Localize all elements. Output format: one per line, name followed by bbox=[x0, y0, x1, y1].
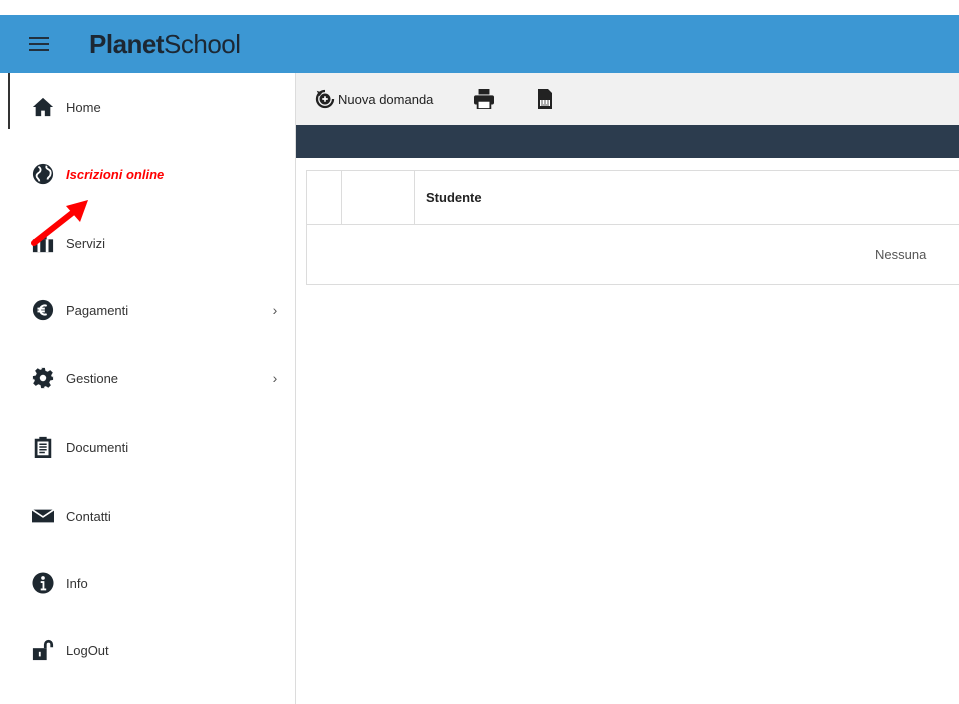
sidebar-item-label: Home bbox=[66, 99, 101, 115]
print-icon bbox=[474, 89, 495, 109]
euro-icon bbox=[30, 297, 56, 323]
sidebar-item-label: Contatti bbox=[66, 508, 111, 524]
sidebar-item-home[interactable]: Home bbox=[8, 87, 295, 127]
sidebar-item-iscrizioni-online[interactable]: Iscrizioni online bbox=[8, 154, 295, 194]
info-icon bbox=[30, 570, 56, 596]
table-header-cell[interactable] bbox=[307, 171, 342, 224]
new-application-button[interactable]: Nuova domanda bbox=[314, 88, 433, 110]
brand-bold-text: Planet bbox=[89, 28, 165, 59]
sidebar-item-label: Servizi bbox=[66, 235, 106, 251]
brand-logo[interactable]: PlanetSchool bbox=[89, 29, 241, 60]
sidebar-item-label: Iscrizioni online bbox=[66, 166, 165, 182]
sidebar-item-label: Info bbox=[66, 575, 88, 591]
envelope-icon bbox=[30, 503, 56, 529]
sidebar-item-documenti[interactable]: Documenti bbox=[8, 427, 295, 467]
unlock-icon bbox=[30, 637, 56, 663]
top-bar: PlanetSchool bbox=[0, 15, 959, 73]
hamburger-menu-icon[interactable] bbox=[29, 37, 49, 51]
sidebar-item-contatti[interactable]: Contatti bbox=[8, 496, 295, 536]
table-empty-message: Nessuna bbox=[875, 247, 927, 262]
clipboard-icon bbox=[30, 434, 56, 460]
sidebar-item-label: Pagamenti bbox=[66, 302, 129, 318]
section-header-bar bbox=[296, 125, 959, 158]
sidebar-item-gestione[interactable]: Gestione › bbox=[8, 358, 295, 398]
sidebar-item-label: Gestione bbox=[66, 370, 119, 386]
annotation-arrow-icon bbox=[31, 200, 88, 246]
excel-file-icon bbox=[538, 89, 553, 109]
sidebar-item-logout[interactable]: LogOut bbox=[8, 630, 295, 670]
refresh-plus-icon bbox=[315, 89, 335, 109]
chevron-right-icon: › bbox=[272, 302, 278, 318]
toolbar: Nuova domanda bbox=[296, 73, 959, 126]
chevron-right-icon: › bbox=[272, 370, 278, 386]
sidebar-item-label: LogOut bbox=[66, 642, 109, 658]
table-header-studente[interactable]: Studente bbox=[415, 171, 959, 224]
export-excel-button[interactable] bbox=[537, 89, 553, 109]
new-application-label: Nuova domanda bbox=[338, 91, 434, 107]
globe-icon bbox=[30, 161, 56, 187]
sidebar-active-indicator bbox=[8, 73, 10, 129]
gear-icon bbox=[30, 365, 56, 391]
sidebar-item-info[interactable]: Info bbox=[8, 563, 295, 603]
brand-regular-text: School bbox=[164, 28, 241, 59]
print-button[interactable] bbox=[473, 89, 495, 109]
sidebar-item-pagamenti[interactable]: Pagamenti › bbox=[8, 290, 295, 330]
home-icon bbox=[30, 94, 56, 120]
table-header-cell[interactable] bbox=[342, 171, 415, 224]
applications-table: Studente Nessuna bbox=[306, 170, 959, 285]
sidebar: Home Iscrizioni online Servizi Pagamenti… bbox=[8, 73, 296, 704]
sidebar-item-label: Documenti bbox=[66, 439, 129, 455]
table-header: Studente bbox=[307, 171, 959, 225]
